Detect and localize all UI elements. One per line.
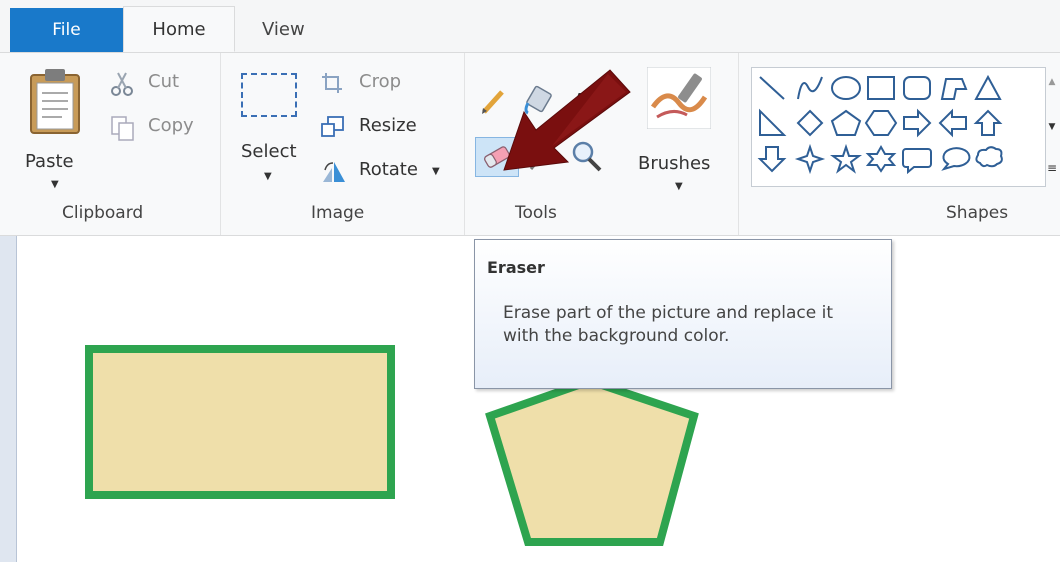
hexagon-shape-icon[interactable] bbox=[864, 110, 898, 136]
shapes-group-label: Shapes bbox=[946, 203, 1009, 223]
select-rectangle-icon bbox=[241, 73, 297, 117]
resize-icon bbox=[321, 116, 344, 137]
shapes-gallery bbox=[751, 67, 1046, 187]
select-button[interactable]: Select ▼ bbox=[237, 67, 303, 192]
eraser-tooltip: Eraser Erase part of the picture and rep… bbox=[474, 239, 892, 389]
paste-dropdown-caret[interactable]: ▼ bbox=[51, 179, 59, 190]
scissors-icon bbox=[111, 72, 133, 96]
clipboard-group-label: Clipboard bbox=[62, 203, 144, 223]
copy-icon bbox=[111, 116, 134, 141]
tools-group-label: Tools bbox=[515, 203, 557, 223]
copy-button[interactable]: Copy bbox=[110, 113, 210, 143]
rotate-button[interactable]: Rotate ▼ bbox=[321, 157, 451, 187]
image-group-label: Image bbox=[311, 203, 365, 223]
rotate-icon bbox=[323, 162, 345, 182]
annotation-arrow bbox=[503, 69, 631, 171]
crop-button[interactable]: Crop bbox=[321, 69, 441, 99]
cut-label: Cut bbox=[148, 71, 180, 92]
tab-home[interactable]: Home bbox=[123, 6, 235, 52]
tooltip-description: Erase part of the picture and replace it… bbox=[503, 303, 833, 346]
triangle-shape-icon[interactable] bbox=[974, 74, 1002, 100]
tab-file[interactable]: File bbox=[10, 8, 123, 52]
ribbon-tab-strip: File Home View bbox=[0, 0, 1060, 53]
resize-button[interactable]: Resize bbox=[321, 113, 441, 143]
four-point-star-shape-icon[interactable] bbox=[794, 143, 826, 175]
image-group: Select ▼ Crop Resize Rotate ▼ Image bbox=[221, 53, 464, 235]
copy-label: Copy bbox=[148, 115, 194, 136]
right-arrow-shape-icon[interactable] bbox=[903, 108, 932, 138]
clipboard-group: Paste ▼ Cut Copy Clipboard bbox=[0, 53, 220, 235]
brushes-button[interactable]: Brushes ▼ bbox=[632, 63, 728, 193]
shapes-expand-button[interactable]: ≡ bbox=[1045, 149, 1059, 187]
down-arrow-shape-icon[interactable] bbox=[757, 146, 787, 173]
brushes-icon bbox=[647, 67, 711, 129]
crop-label: Crop bbox=[359, 71, 402, 92]
crop-icon bbox=[322, 73, 342, 93]
diamond-shape-icon[interactable] bbox=[796, 109, 824, 137]
shapes-scroll-up-button[interactable]: ▲ bbox=[1045, 67, 1059, 107]
pentagon-shape-icon[interactable] bbox=[830, 109, 862, 136]
shapes-grid bbox=[757, 74, 1003, 175]
polygon-shape-icon[interactable] bbox=[940, 78, 968, 100]
rotate-label: Rotate bbox=[359, 159, 418, 180]
up-arrow-shape-icon[interactable] bbox=[973, 109, 1003, 136]
paste-icon bbox=[30, 69, 80, 134]
paste-label: Paste bbox=[25, 151, 74, 172]
line-shape-icon[interactable] bbox=[759, 76, 785, 100]
rounded-rectangle-shape-icon[interactable] bbox=[903, 76, 931, 100]
select-label: Select bbox=[241, 141, 297, 162]
left-arrow-shape-icon[interactable] bbox=[938, 108, 967, 138]
rotate-dropdown-caret[interactable]: ▼ bbox=[432, 166, 440, 177]
shapes-group: ▲ ▼ ≡ Shapes bbox=[739, 53, 1060, 235]
paste-button[interactable]: Paste ▼ bbox=[25, 63, 85, 190]
brushes-label: Brushes bbox=[638, 153, 711, 174]
cloud-callout-shape-icon[interactable] bbox=[975, 146, 1003, 168]
select-dropdown-caret[interactable]: ▼ bbox=[264, 171, 272, 182]
cut-button[interactable]: Cut bbox=[110, 69, 210, 99]
resize-label: Resize bbox=[359, 115, 417, 136]
brushes-dropdown-caret[interactable]: ▼ bbox=[675, 181, 683, 192]
drawn-pentagon-shape[interactable] bbox=[485, 376, 699, 546]
drawn-rectangle-shape[interactable] bbox=[85, 345, 395, 499]
oval-callout-shape-icon[interactable] bbox=[941, 147, 971, 171]
rectangle-shape-icon[interactable] bbox=[867, 76, 895, 100]
oval-shape-icon[interactable] bbox=[831, 76, 861, 100]
six-point-star-shape-icon[interactable] bbox=[865, 144, 897, 173]
curve-shape-icon[interactable] bbox=[797, 76, 823, 100]
five-point-star-shape-icon[interactable] bbox=[830, 143, 862, 174]
rounded-callout-shape-icon[interactable] bbox=[902, 148, 932, 175]
tab-view[interactable]: View bbox=[262, 8, 305, 52]
right-triangle-shape-icon[interactable] bbox=[759, 108, 787, 136]
tooltip-title: Eraser bbox=[487, 258, 545, 277]
shapes-scroll-down-button[interactable]: ▼ bbox=[1045, 107, 1059, 147]
